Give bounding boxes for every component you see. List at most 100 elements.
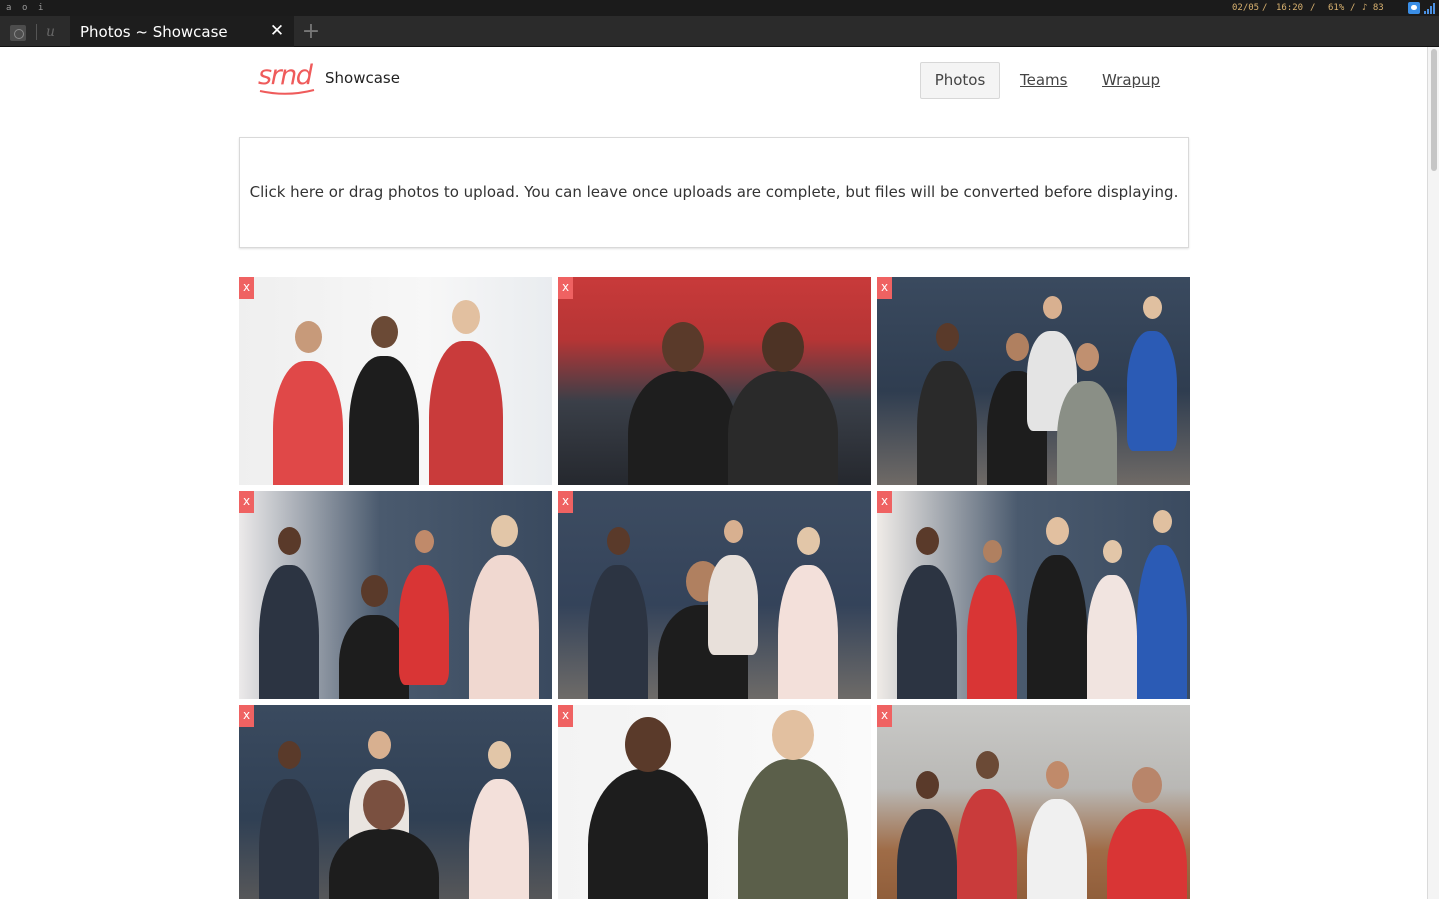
photo-person-head (487, 741, 511, 769)
page-viewport: srnd Showcase Photos Teams Wrapup Click … (1, 47, 1427, 899)
photo-person-head (370, 316, 398, 348)
photo-person (1127, 331, 1177, 451)
photo-person (349, 356, 419, 485)
photo-tile[interactable]: x (877, 705, 1190, 899)
photo-person (917, 361, 977, 485)
browser-tab-bar: u Photos ~ Showcase ✕ + (0, 16, 1439, 47)
photo-person-head (915, 527, 939, 555)
photo-person-head (1045, 517, 1069, 545)
delete-photo-button[interactable]: x (877, 491, 892, 513)
delete-photo-button[interactable]: x (558, 277, 573, 299)
photo-person-head (723, 520, 743, 543)
workspace-o[interactable]: o (22, 0, 27, 16)
workspace-i[interactable]: i (38, 0, 43, 16)
photo-person (1057, 381, 1117, 485)
logo-swoosh-icon (259, 89, 315, 95)
photo-person (273, 361, 343, 485)
photo-tile[interactable]: x (877, 277, 1190, 485)
photo-person-head (1152, 510, 1172, 533)
delete-photo-button[interactable]: x (558, 705, 573, 727)
status-separator: / (1262, 3, 1268, 13)
delete-photo-button[interactable]: x (239, 705, 254, 727)
photo-person (469, 779, 529, 899)
photo-person (429, 341, 503, 485)
photo-person (399, 565, 449, 685)
photo-person-head (762, 322, 804, 372)
photo-person (897, 565, 957, 699)
workspace-a[interactable]: a (6, 0, 11, 16)
photo-person-head (490, 515, 518, 547)
upload-dropzone[interactable]: Click here or drag photos to upload. You… (239, 137, 1189, 248)
photo-person (728, 371, 838, 485)
photo-person (1027, 799, 1087, 899)
photo-tile[interactable]: x (558, 705, 871, 899)
photo-person-head (414, 530, 434, 553)
photo-person-head (360, 575, 388, 607)
photo-person (1087, 575, 1137, 699)
photo-person (588, 769, 708, 899)
photo-person-head (1045, 761, 1069, 789)
photo-person-head (975, 751, 999, 779)
photo-person-head (662, 322, 704, 372)
delete-photo-button[interactable]: x (239, 491, 254, 513)
photo-person-head (796, 527, 820, 555)
photo-person-head (915, 771, 939, 799)
photo-tile[interactable]: x (239, 277, 552, 485)
photo-tile[interactable]: x (877, 491, 1190, 699)
status-separator: / (1310, 3, 1316, 13)
photo-person (259, 779, 319, 899)
photo-person-head (982, 540, 1002, 563)
photo-person (778, 565, 838, 699)
site-name: Showcase (325, 69, 400, 87)
browser-menu-icon[interactable] (10, 25, 26, 41)
nav-photos-button[interactable]: Photos (920, 62, 1000, 99)
photo-tile[interactable]: x (239, 491, 552, 699)
chat-icon[interactable] (1408, 2, 1420, 14)
photo-person-head (363, 780, 405, 830)
delete-photo-button[interactable]: x (877, 277, 892, 299)
photo-person (1027, 555, 1087, 699)
photo-person-head (625, 717, 671, 772)
photo-person (708, 555, 758, 655)
photo-person-head (277, 527, 301, 555)
photo-person-head (606, 527, 630, 555)
photo-person-head (1142, 296, 1162, 319)
delete-photo-button[interactable]: x (877, 705, 892, 727)
wifi-signal-icon (1424, 3, 1436, 14)
delete-photo-button[interactable]: x (239, 277, 254, 299)
status-separator: / (1350, 3, 1356, 13)
upload-instructions: Click here or drag photos to upload. You… (249, 183, 1179, 201)
photo-person-head (294, 321, 322, 353)
page-scrollbar[interactable] (1427, 47, 1439, 899)
nav-wrapup-link[interactable]: Wrapup (1102, 71, 1160, 89)
photo-tile[interactable]: x (239, 705, 552, 899)
photo-person (1137, 545, 1187, 699)
status-time: 16:20 (1276, 3, 1304, 13)
photo-person-head (1102, 540, 1122, 563)
photo-person-head (772, 710, 814, 760)
delete-photo-button[interactable]: x (558, 491, 573, 513)
status-battery: 61% (1328, 3, 1345, 13)
tab-title: Photos ~ Showcase (80, 23, 228, 41)
photo-person (628, 371, 738, 485)
photo-person (469, 555, 539, 699)
photo-person-head (452, 300, 480, 334)
new-tab-button[interactable]: + (300, 21, 322, 43)
photo-person-head (1075, 343, 1099, 371)
photo-person-head (1005, 333, 1029, 361)
photo-grid: x x x x x x x x x (239, 277, 1190, 899)
photo-person (588, 565, 648, 699)
status-date: 02/05 (1232, 3, 1260, 13)
photo-person-head (1042, 296, 1062, 319)
nav-teams-link[interactable]: Teams (1020, 71, 1067, 89)
scrollbar-thumb[interactable] (1431, 49, 1437, 171)
tab-photos-showcase[interactable]: Photos ~ Showcase ✕ (70, 16, 294, 47)
photo-person-head (1132, 767, 1162, 803)
photo-person-head (277, 741, 301, 769)
photo-person (259, 565, 319, 699)
photo-tile[interactable]: x (558, 277, 871, 485)
photo-person (957, 789, 1017, 899)
photo-tile[interactable]: x (558, 491, 871, 699)
close-tab-icon[interactable]: ✕ (268, 22, 286, 40)
photo-person-head (935, 323, 959, 351)
